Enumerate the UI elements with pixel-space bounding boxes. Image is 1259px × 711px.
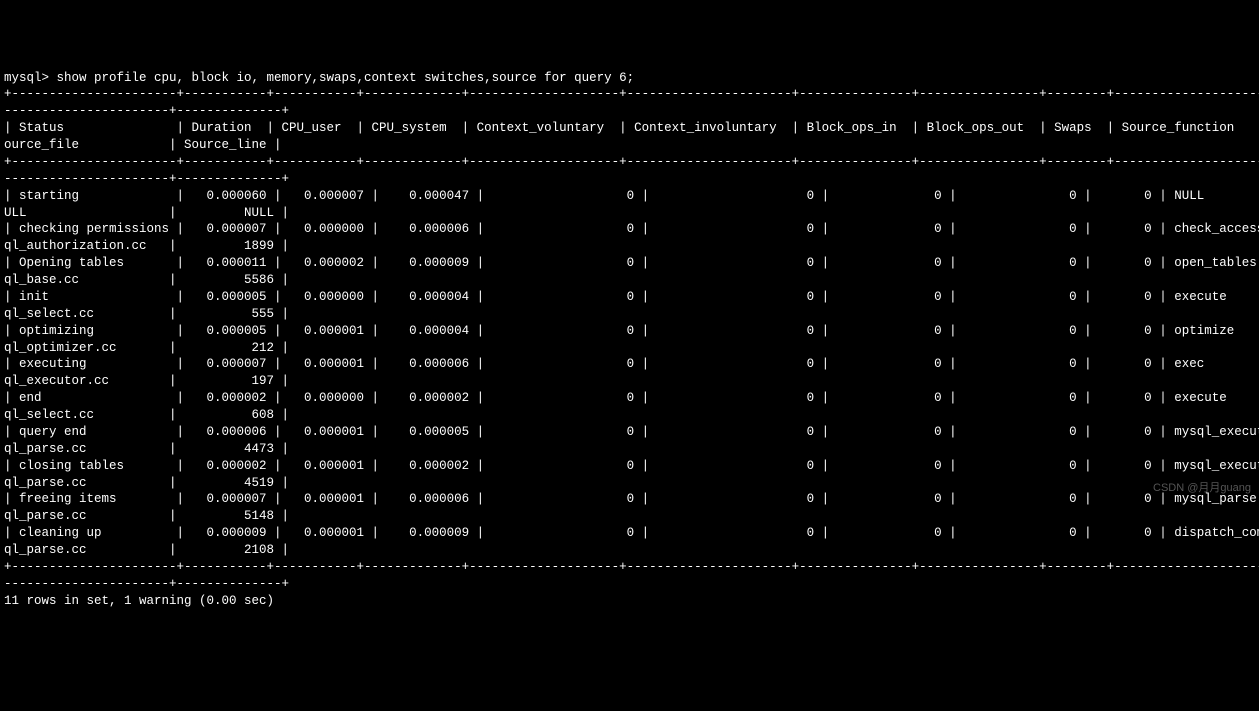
terminal-output: mysql> show profile cpu, block io, memor… xyxy=(4,70,1255,610)
watermark: CSDN @月月guang xyxy=(1153,481,1251,496)
